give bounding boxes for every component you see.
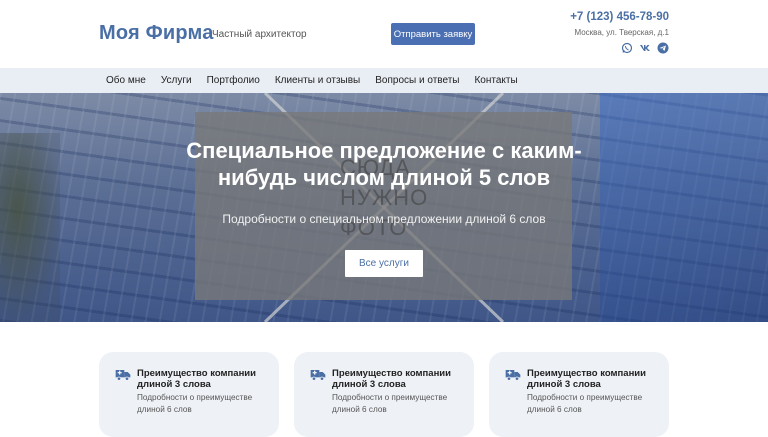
all-services-button[interactable]: Все услуги: [345, 250, 423, 277]
send-request-button[interactable]: Отправить заявку: [391, 23, 475, 45]
truck-icon: [505, 370, 521, 381]
nav-item-contacts[interactable]: Контакты: [467, 75, 525, 86]
address: Москва, ул. Тверская, д.1: [574, 28, 669, 37]
advantage-title: Преимущество компании длиной 3 слова: [137, 368, 256, 390]
truck-icon: [115, 370, 131, 381]
advantage-title: Преимущество компании длиной 3 слова: [332, 368, 451, 390]
hero-banner: СЮДА НУЖНО ФОТО Специальное предложение …: [0, 93, 768, 322]
brand-tagline: Частный архитектор: [212, 29, 307, 40]
advantage-text: Подробности о преимуществе длиной 6 слов: [527, 393, 643, 414]
telegram-icon[interactable]: [657, 42, 669, 54]
advantage-title: Преимущество компании длиной 3 слова: [527, 368, 646, 390]
nav-item-portfolio[interactable]: Портфолио: [199, 75, 267, 86]
advantage-text: Подробности о преимуществе длиной 6 слов: [137, 393, 253, 414]
nav-item-clients[interactable]: Клиенты и отзывы: [267, 75, 367, 86]
nav-item-faq[interactable]: Вопросы и ответы: [368, 75, 467, 86]
social-links: [621, 42, 669, 54]
phone-number[interactable]: +7 (123) 456-78-90: [570, 11, 669, 23]
advantages-section: Преимущество компании длиной 3 слова Под…: [0, 322, 768, 437]
hero-title: Специальное предложение с каким-нибудь ч…: [186, 138, 582, 190]
advantage-card: Преимущество компании длиной 3 слова Под…: [489, 352, 669, 437]
vk-icon[interactable]: [639, 42, 651, 54]
site-header: Моя Фирма Частный архитектор Отправить з…: [0, 0, 768, 68]
nav-item-services[interactable]: Услуги: [153, 75, 199, 86]
nav-item-about[interactable]: Обо мне: [99, 75, 153, 86]
advantage-card: Преимущество компании длиной 3 слова Под…: [294, 352, 474, 437]
main-nav: Обо мне Услуги Портфолио Клиенты и отзыв…: [0, 68, 768, 93]
advantage-text: Подробности о преимуществе длиной 6 слов: [332, 393, 448, 414]
hero-subtitle: Подробности о специальном предложении дл…: [222, 212, 546, 226]
brand-logo[interactable]: Моя Фирма: [99, 22, 214, 45]
truck-icon: [310, 370, 326, 381]
advantage-card: Преимущество компании длиной 3 слова Под…: [99, 352, 279, 437]
whatsapp-icon[interactable]: [621, 42, 633, 54]
